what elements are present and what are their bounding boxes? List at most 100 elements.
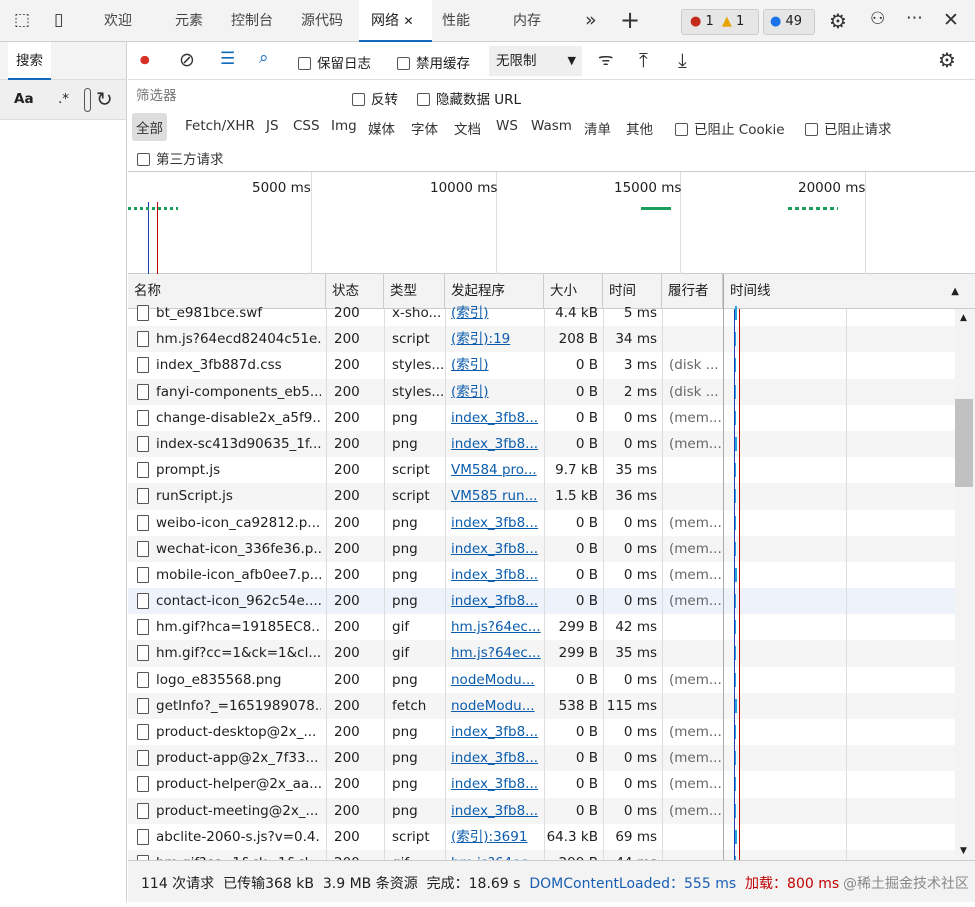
refresh-icon[interactable]: ↻: [96, 89, 113, 109]
cell-initiator[interactable]: (索引): [451, 300, 544, 326]
cell-initiator[interactable]: VM585 run...: [451, 483, 544, 509]
type-filter-doc[interactable]: 文档: [454, 118, 481, 138]
type-filter-media[interactable]: 媒体: [368, 118, 395, 138]
settings-icon[interactable]: ⚙: [829, 11, 847, 31]
record-icon[interactable]: ⏺: [140, 51, 150, 70]
table-row[interactable]: index_3fb887d.css 200 styles... (索引) 0 B 3 ms…: [128, 352, 955, 378]
table-row[interactable]: getInfo?_=1651989078... 200 fetch nodeModu.…: [128, 692, 955, 719]
table-row[interactable]: index-sc413d90635_1f... 200 png index_3fb8.…: [128, 430, 955, 458]
invert-checkbox[interactable]: 反转: [352, 88, 398, 108]
cell-initiator[interactable]: hm.js?64ec...: [451, 850, 544, 860]
tab-memory[interactable]: 内存: [513, 0, 541, 42]
vertical-scrollbar[interactable]: ▲ ▼: [955, 309, 975, 860]
network-settings-icon[interactable]: ⚙: [938, 50, 956, 70]
cell-initiator[interactable]: index_3fb8...: [451, 562, 544, 588]
cell-initiator[interactable]: index_3fb8...: [451, 510, 544, 536]
preserve-log-checkbox[interactable]: 保留日志: [298, 52, 371, 72]
cell-initiator[interactable]: index_3fb8...: [451, 719, 544, 745]
tab-elements[interactable]: 元素: [175, 0, 203, 42]
cell-fulfilled: (mem...: [669, 409, 722, 426]
type-filter-ws[interactable]: WS: [496, 118, 518, 134]
table-row[interactable]: hm.gif?cc=1&ck=1&cl...200gifhm.js?64ec..…: [128, 849, 955, 860]
tab-sources[interactable]: 源代码: [301, 0, 343, 42]
cell-initiator[interactable]: index_3fb8...: [451, 536, 544, 562]
type-filter-css[interactable]: CSS: [293, 118, 320, 134]
cell-initiator[interactable]: (索引):19: [451, 326, 544, 352]
table-row[interactable]: fanyi-components_eb5... 200 styles... (索引) 0…: [128, 378, 955, 405]
type-filter-xhr[interactable]: Fetch/XHR: [185, 118, 255, 134]
table-row[interactable]: hm.gif?hca=19185EC8... 200 gif hm.js?64ec..…: [128, 614, 955, 640]
table-row[interactable]: runScript.js 200 script VM585 run... 1.5 kB 3…: [128, 483, 955, 510]
close-tab-icon[interactable]: ✕: [403, 14, 413, 28]
table-row[interactable]: hm.gif?cc=1&ck=1&cl...200gifhm.js?64ec..…: [128, 640, 955, 667]
type-filter-manifest[interactable]: 清单: [584, 118, 611, 138]
table-row[interactable]: weibo-icon_ca92812.p... 200 png index_3fb8.…: [128, 510, 955, 536]
cell-initiator[interactable]: (索引): [451, 379, 544, 405]
blocked-cookies-checkbox[interactable]: 已阻止 Cookie: [675, 118, 785, 138]
table-row[interactable]: bt_e981bce.swf 200 x-sho... (索引) 4.4 kB 5 ms: [128, 300, 955, 326]
table-row[interactable]: product-desktop@2x_... 200 png index_3fb8..…: [128, 719, 955, 745]
import-har-icon[interactable]: ⤒: [639, 50, 648, 70]
table-row[interactable]: product-app@2x_7f33... 200 png index_3fb8..…: [128, 745, 955, 772]
cell-initiator[interactable]: index_3fb8...: [451, 405, 544, 431]
more-options-icon[interactable]: ⋯: [906, 10, 923, 27]
cell-initiator[interactable]: index_3fb8...: [451, 771, 544, 797]
table-row[interactable]: hm.js?64ecd82404c51e... 200 script (索引):19 2…: [128, 326, 955, 353]
add-tab-icon[interactable]: +: [620, 8, 640, 32]
export-har-icon[interactable]: ⤓: [678, 50, 687, 70]
device-emulation-icon[interactable]: ▯: [54, 12, 63, 29]
issues-badge[interactable]: ● 1 ▲ 1: [681, 9, 759, 35]
cell-initiator[interactable]: hm.js?64ec...: [451, 614, 544, 640]
disable-cache-checkbox[interactable]: 禁用缓存: [397, 52, 470, 72]
table-row[interactable]: mobile-icon_afb0ee7.p... 200 png index_3fb8…: [128, 562, 955, 588]
messages-badge[interactable]: ● 49: [763, 9, 815, 35]
cell-initiator[interactable]: (索引):3691: [451, 824, 544, 850]
cell-initiator[interactable]: nodeModu...: [451, 667, 544, 693]
type-filter-font[interactable]: 字体: [411, 118, 438, 138]
table-row[interactable]: wechat-icon_336fe36.p... 200 png index_3fb8…: [128, 535, 955, 562]
network-conditions-icon[interactable]: ᯤ: [598, 52, 614, 69]
type-filter-img[interactable]: Img: [331, 118, 357, 134]
blocked-requests-checkbox[interactable]: 已阻止请求: [805, 118, 892, 138]
table-row[interactable]: logo_e835568.png 200 png nodeModu... 0 B 0 ms…: [128, 667, 955, 693]
tab-welcome[interactable]: 欢迎: [104, 0, 132, 42]
search-icon[interactable]: ⌕: [259, 50, 269, 67]
type-filter-all[interactable]: 全部: [132, 113, 167, 141]
tab-network[interactable]: 网络 ✕: [359, 0, 432, 42]
search-tab[interactable]: 搜索: [8, 42, 51, 80]
cell-status: 200: [334, 671, 360, 688]
table-row[interactable]: contact-icon_962c54e.... 200 png index_3fb8…: [128, 588, 955, 615]
tab-performance[interactable]: 性能: [442, 0, 470, 42]
regex-toggle[interactable]: .*: [58, 91, 69, 107]
cell-initiator[interactable]: nodeModu...: [451, 693, 544, 719]
inspect-icon[interactable]: ⬚: [14, 12, 30, 29]
match-case-toggle[interactable]: Aa: [14, 91, 34, 107]
cell-initiator[interactable]: (索引): [451, 352, 544, 378]
filter-input[interactable]: [132, 85, 337, 107]
clear-icon[interactable]: ⊘: [179, 51, 195, 70]
throttling-select[interactable]: 无限制 ▼: [489, 46, 582, 76]
cell-initiator[interactable]: index_3fb8...: [451, 588, 544, 614]
cell-initiator[interactable]: index_3fb8...: [451, 745, 544, 771]
cell-initiator[interactable]: index_3fb8...: [451, 431, 544, 457]
customize-icon[interactable]: ⚇: [870, 11, 885, 28]
network-overview[interactable]: 5000 ms 10000 ms 15000 ms 20000 ms: [128, 172, 975, 274]
table-row[interactable]: prompt.js 200 script VM584 pro... 9.7 kB 35 m…: [128, 457, 955, 483]
type-filter-wasm[interactable]: Wasm: [531, 118, 572, 134]
type-filter-js[interactable]: JS: [266, 118, 279, 134]
cell-initiator[interactable]: hm.js?64ec...: [451, 640, 544, 666]
tab-console[interactable]: 控制台: [231, 0, 273, 42]
hide-data-url-checkbox[interactable]: 隐藏数据 URL: [417, 88, 521, 108]
close-devtools-icon[interactable]: ✕: [943, 11, 959, 30]
type-filter-other[interactable]: 其他: [626, 118, 653, 138]
filter-icon[interactable]: ☰: [220, 51, 235, 68]
table-row[interactable]: change-disable2x_a5f9... 200 png index_3fb8…: [128, 405, 955, 431]
table-row[interactable]: product-helper@2x_aa... 200 png index_3fb8.…: [128, 771, 955, 797]
cell-initiator[interactable]: VM584 pro...: [451, 457, 544, 483]
table-row[interactable]: abclite-2060-s.js?v=0.4... 200 script (索引):…: [128, 824, 955, 850]
more-tabs-icon[interactable]: »: [585, 11, 597, 30]
table-row[interactable]: product-meeting@2x_... 200 png index_3fb8..…: [128, 797, 955, 824]
third-party-checkbox[interactable]: 第三方请求: [137, 148, 224, 168]
scrollbar-thumb[interactable]: [955, 399, 973, 487]
cell-initiator[interactable]: index_3fb8...: [451, 798, 544, 824]
